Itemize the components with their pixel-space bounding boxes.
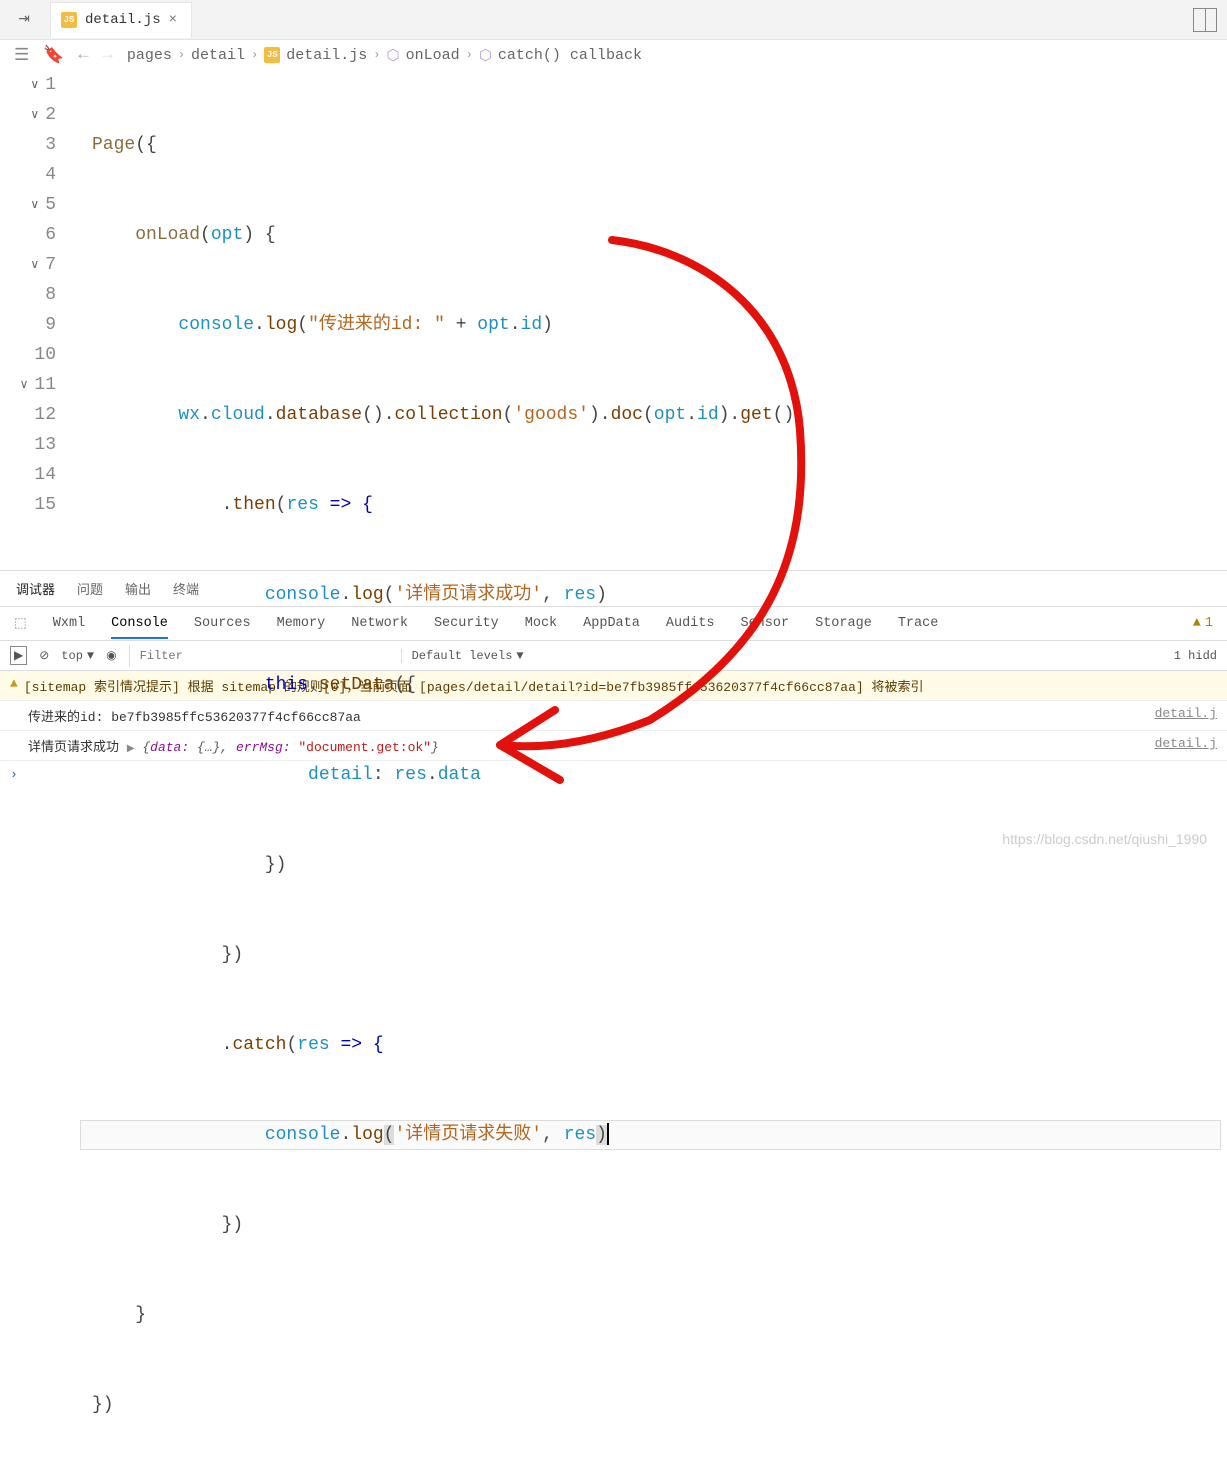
breadcrumb-item[interactable]: detail <box>191 47 245 64</box>
fold-icon[interactable]: ∨ <box>20 370 29 400</box>
symbol-icon: ⬡ <box>386 46 399 65</box>
line-gutter: ∨1 ∨2 3 4 ∨5 6 ∨7 8 9 10 ∨11 12 13 14 15 <box>0 70 74 570</box>
bookmark-icon[interactable]: 🔖 <box>43 45 64 66</box>
play-icon[interactable]: ▶ <box>10 646 27 665</box>
editor-toolbar: ☰ 🔖 ← → pages › detail › JS detail.js › … <box>0 40 1227 70</box>
tab-debugger[interactable]: 调试器 <box>16 579 55 598</box>
js-file-icon: JS <box>264 47 280 63</box>
menu-icon[interactable]: ☰ <box>14 45 29 66</box>
close-tab-icon[interactable]: × <box>169 12 177 28</box>
nav-back-icon[interactable]: ← <box>78 46 88 65</box>
chevron-right-icon: › <box>178 48 185 62</box>
file-tab[interactable]: JS detail.js × <box>50 2 192 38</box>
breadcrumb-item[interactable]: catch() callback <box>498 47 642 64</box>
chevron-right-icon: › <box>373 48 380 62</box>
collapse-sidebar-icon[interactable]: ⇥ <box>12 8 36 32</box>
chevron-right-icon: › <box>466 48 473 62</box>
js-file-icon: JS <box>61 12 77 28</box>
text-cursor <box>607 1123 609 1145</box>
fold-icon[interactable]: ∨ <box>30 70 39 100</box>
chevron-right-icon: › <box>251 48 258 62</box>
editor-tab-bar: ⇥ JS detail.js × <box>0 0 1227 40</box>
breadcrumb-item[interactable]: onLoad <box>406 47 460 64</box>
code-area[interactable]: Page({ onLoad(opt) { console.log("传进来的id… <box>74 70 1227 570</box>
watermark: https://blog.csdn.net/qiushi_1990 <box>1002 831 1207 847</box>
breadcrumb-item[interactable]: detail.js <box>286 47 367 64</box>
file-tab-label: detail.js <box>85 12 161 28</box>
fold-icon[interactable]: ∨ <box>30 250 39 280</box>
warning-icon: ▲ <box>10 676 18 691</box>
fold-icon[interactable]: ∨ <box>30 190 39 220</box>
breadcrumb: pages › detail › JS detail.js › ⬡ onLoad… <box>127 46 642 65</box>
breadcrumb-item[interactable]: pages <box>127 47 172 64</box>
symbol-icon: ⬡ <box>479 46 492 65</box>
fold-icon[interactable]: ∨ <box>30 100 39 130</box>
inspect-icon[interactable]: ⬚ <box>14 615 27 632</box>
clear-console-icon[interactable]: ⊘ <box>39 648 49 663</box>
code-editor[interactable]: ∨1 ∨2 3 4 ∨5 6 ∨7 8 9 10 ∨11 12 13 14 15… <box>0 70 1227 570</box>
nav-forward-icon[interactable]: → <box>103 46 113 65</box>
split-editor-icon[interactable] <box>1193 8 1217 32</box>
